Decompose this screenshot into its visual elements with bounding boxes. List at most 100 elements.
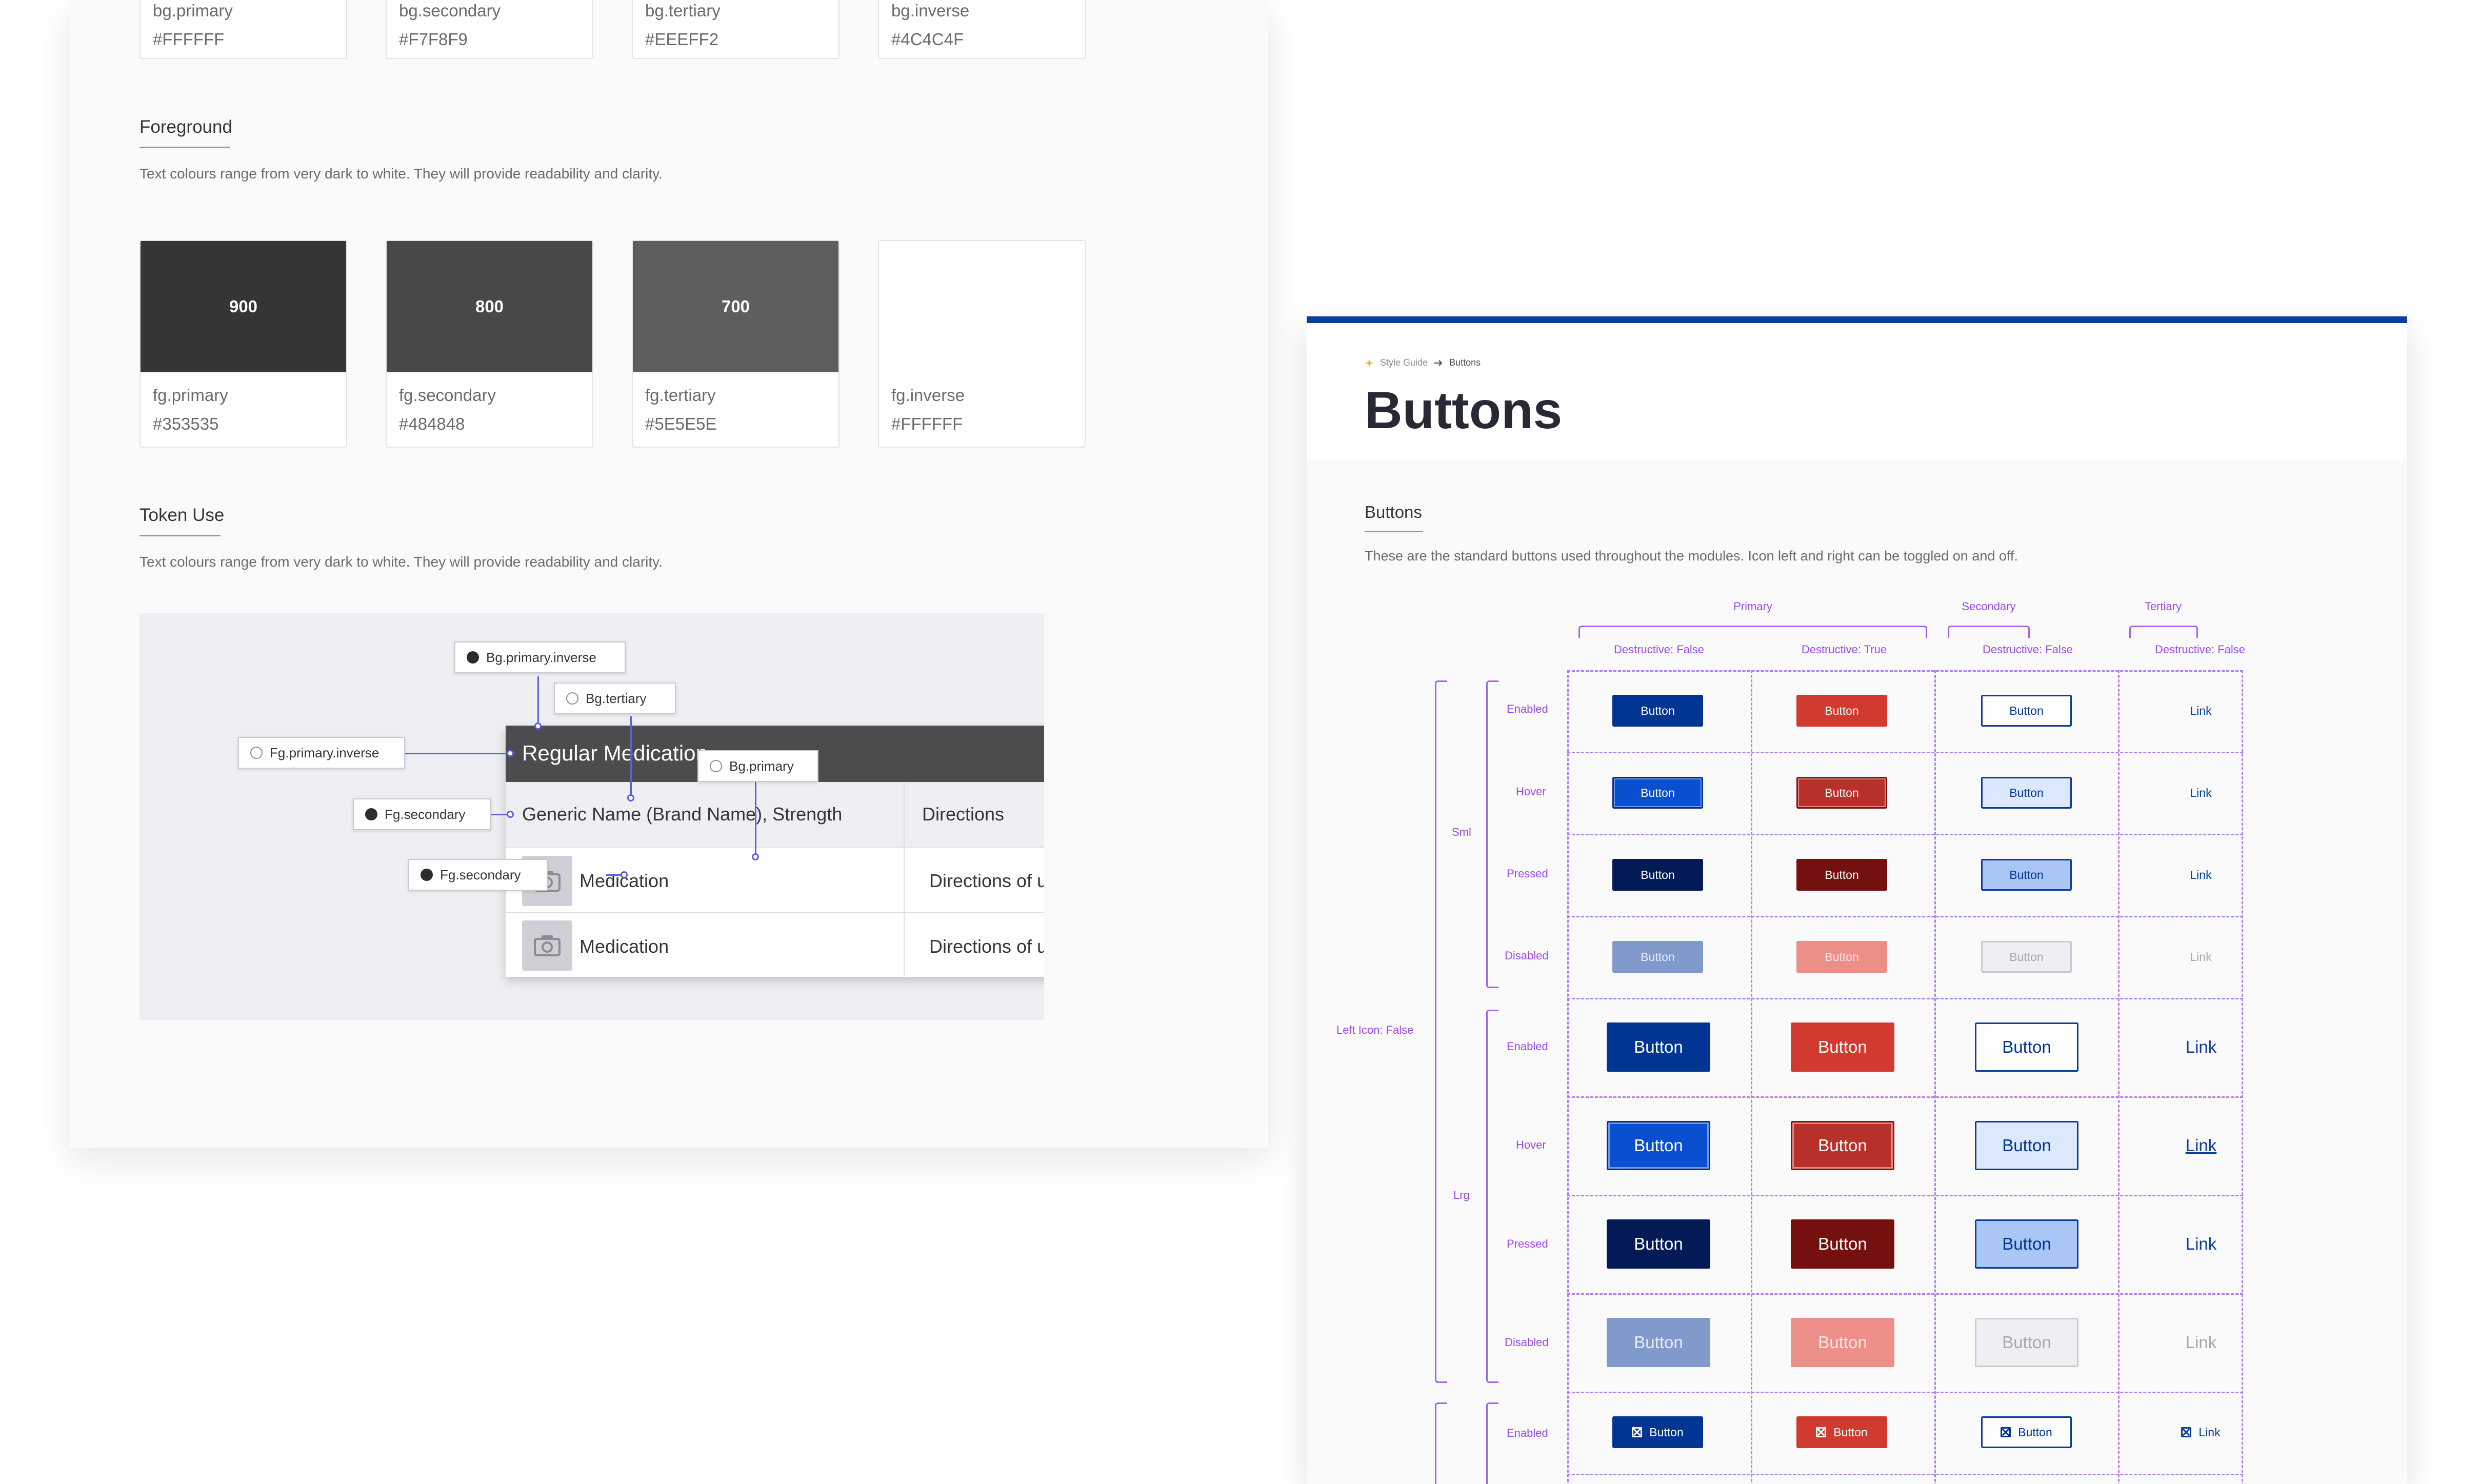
token-name: fg.secondary	[399, 386, 496, 405]
close-box-icon	[1816, 1427, 1827, 1437]
token-tag-label: Fg.primary.inverse	[270, 745, 379, 760]
state-label: Hover	[1516, 785, 1546, 798]
group-label-secondary: Secondary	[1962, 600, 2016, 613]
group-label-primary: Primary	[1733, 600, 1772, 613]
token-name: fg.primary	[153, 386, 228, 405]
secondary-button-lrg-hover[interactable]: Button	[1975, 1121, 2078, 1170]
destructive-button-sml-hover[interactable]: Button	[1796, 777, 1887, 809]
fg-token-card: 800 fg.secondary #484848	[386, 240, 593, 448]
breadcrumb-item[interactable]: Buttons	[1449, 357, 1481, 368]
group-bracket	[1948, 626, 2030, 638]
light-dot-icon	[710, 760, 722, 772]
destructive-button-lrg-enabled[interactable]: Button	[1791, 1022, 1894, 1072]
token-tag-label: Bg.primary	[729, 758, 794, 774]
bg-token-card: bg.secondary #F7F8F9	[386, 0, 593, 59]
tertiary-link-lrg-enabled[interactable]: Link	[2149, 1022, 2253, 1072]
fg-token-card: fg.inverse #FFFFFF	[878, 240, 1086, 448]
column-divider	[904, 782, 905, 977]
grid-row-line	[1567, 998, 2243, 999]
connector-dot	[752, 853, 759, 860]
top-accent-bar	[1307, 316, 2407, 323]
destructive-button-sml-disabled[interactable]: Button	[1796, 941, 1887, 973]
light-dot-icon	[250, 747, 263, 759]
state-label: Enabled	[1507, 703, 1548, 715]
state-label: Enabled	[1507, 1040, 1548, 1053]
token-use-title: Token Use	[139, 505, 225, 525]
table-title: Regular Medication	[522, 741, 708, 765]
token-hex: #F7F8F9	[399, 30, 468, 49]
primary-button-sml-disabled[interactable]: Button	[1612, 941, 1703, 973]
section-underline	[139, 147, 230, 148]
token-name: fg.tertiary	[645, 386, 716, 405]
bg-token-card: bg.tertiary #EEEFF2	[632, 0, 839, 59]
token-name: bg.primary	[153, 1, 233, 20]
foreground-title: Foreground	[139, 117, 232, 137]
secondary-button-sml-disabled[interactable]: Button	[1981, 941, 2072, 973]
primary-button-sml-hover[interactable]: Button	[1612, 777, 1703, 809]
token-use-example: Regular Medication Generic Name (Brand N…	[139, 613, 1044, 1020]
table-column-headers: Generic Name (Brand Name), Strength Dire…	[506, 782, 1044, 848]
link-label: Link	[2198, 1425, 2221, 1439]
token-name: fg.inverse	[891, 386, 965, 405]
primary-button-lrg-pressed[interactable]: Button	[1607, 1219, 1710, 1269]
sparkle-icon	[1365, 358, 1373, 367]
tertiary-link-sml-pressed[interactable]: Link	[2155, 859, 2246, 891]
color-swatch: 700	[633, 241, 838, 372]
dark-dot-icon	[365, 808, 377, 820]
secondary-button-sml-hover[interactable]: Button	[1981, 777, 2072, 809]
token-hex: #5E5E5E	[645, 414, 717, 433]
left-icon-label: Left Icon: False	[1336, 1024, 1414, 1036]
tertiary-link-lrg-hover[interactable]: Link	[2149, 1121, 2253, 1170]
tertiary-link-lrg-disabled[interactable]: Link	[2149, 1318, 2253, 1367]
state-label: Enabled	[1507, 1427, 1548, 1439]
dark-dot-icon	[421, 869, 433, 881]
destructive-button-sml-enabled[interactable]: Button	[1796, 695, 1887, 727]
secondary-button-sml-pressed[interactable]: Button	[1981, 859, 2072, 891]
primary-button-lrg-hover[interactable]: Button	[1607, 1121, 1710, 1170]
destructive-button-lrg-pressed[interactable]: Button	[1791, 1219, 1894, 1269]
tertiary-link-sml-enabled[interactable]: Link	[2155, 695, 2246, 727]
column-header-directions: Directions	[922, 804, 1005, 825]
destructive-button-sml-pressed[interactable]: Button	[1796, 859, 1887, 891]
close-box-icon	[2001, 1427, 2011, 1437]
button-label: Button	[1833, 1425, 1868, 1439]
token-tag: Fg.secondary	[408, 859, 548, 891]
color-swatch: 800	[387, 241, 592, 372]
left-icon-bracket	[1435, 1402, 1447, 1484]
connector-dot	[627, 794, 634, 801]
grid-row-line	[1567, 1195, 2243, 1196]
destructive-button-lrg-hover[interactable]: Button	[1791, 1121, 1894, 1170]
tertiary-link-sml-disabled[interactable]: Link	[2155, 941, 2246, 973]
primary-button-sml-enabled[interactable]: Button	[1612, 695, 1703, 727]
tertiary-link-lrg-pressed[interactable]: Link	[2149, 1219, 2253, 1269]
secondary-button-sml-enabled[interactable]: Button	[1981, 695, 2072, 727]
destructive-button-icon-sml-enabled[interactable]: Button	[1796, 1416, 1887, 1448]
destructive-button-lrg-disabled[interactable]: Button	[1791, 1318, 1894, 1367]
secondary-button-lrg-pressed[interactable]: Button	[1975, 1219, 2078, 1269]
grid-col-line	[1934, 670, 1936, 1484]
primary-button-icon-sml-enabled[interactable]: Button	[1612, 1416, 1703, 1448]
camera-icon	[522, 920, 572, 971]
secondary-button-lrg-enabled[interactable]: Button	[1975, 1022, 2078, 1072]
button-label: Button	[2018, 1425, 2052, 1439]
primary-button-lrg-enabled[interactable]: Button	[1607, 1022, 1710, 1072]
token-tag-label: Bg.primary.inverse	[486, 649, 596, 665]
secondary-button-lrg-disabled[interactable]: Button	[1975, 1318, 2078, 1367]
fg-token-card: 700 fg.tertiary #5E5E5E	[632, 240, 839, 448]
token-hex: #4C4C4F	[891, 30, 964, 49]
tertiary-link-sml-hover[interactable]: Link	[2155, 777, 2246, 809]
token-hex: #353535	[153, 414, 219, 433]
light-dot-icon	[566, 692, 578, 705]
secondary-button-icon-sml-enabled[interactable]: Button	[1981, 1416, 2072, 1448]
grid-row-line	[1567, 1474, 2243, 1475]
breadcrumb-item[interactable]: Style Guide	[1380, 357, 1428, 368]
tertiary-link-icon-sml-enabled[interactable]: Link	[2155, 1416, 2246, 1448]
primary-button-sml-pressed[interactable]: Button	[1612, 859, 1703, 891]
primary-button-lrg-disabled[interactable]: Button	[1607, 1318, 1710, 1367]
token-tag: Fg.primary.inverse	[238, 737, 405, 769]
arrow-right-icon	[1434, 359, 1443, 366]
color-swatch: 900	[141, 241, 346, 372]
breadcrumb: Style Guide Buttons	[1365, 357, 1481, 368]
dark-dot-icon	[467, 651, 479, 664]
column-header-name: Generic Name (Brand Name), Strength	[522, 804, 843, 825]
